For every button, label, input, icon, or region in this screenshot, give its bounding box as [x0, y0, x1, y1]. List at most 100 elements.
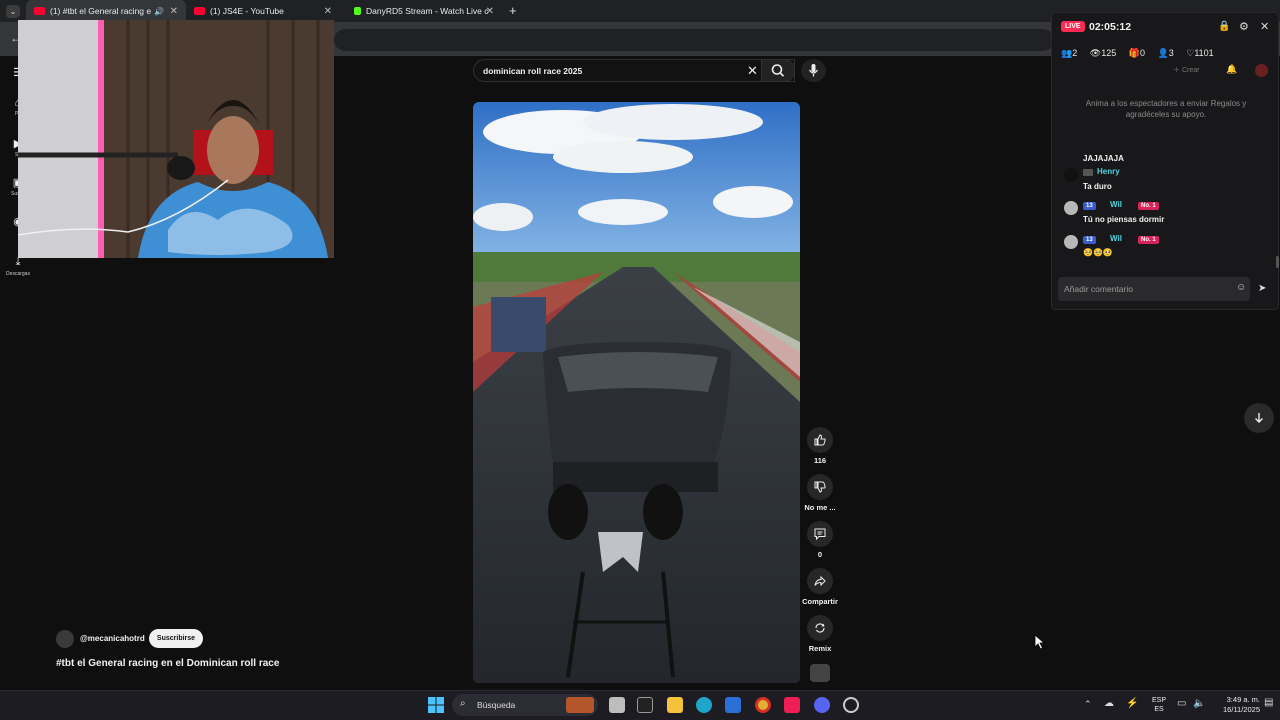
emoji-icon[interactable]: ☺	[1236, 282, 1246, 293]
display-icon[interactable]: ▭	[1177, 698, 1186, 709]
taskbar-search-placeholder: Búsqueda	[477, 700, 516, 710]
taskbar-search-input[interactable]: ⌕ Búsqueda	[452, 694, 598, 716]
chat-text: Tú no piensas dormir	[1083, 215, 1165, 224]
chat-user[interactable]: Wil	[1110, 234, 1122, 243]
arrow-down-icon	[1255, 413, 1263, 423]
region-code: ES	[1154, 706, 1164, 713]
task-view-icon[interactable]	[609, 697, 625, 713]
discord-icon[interactable]	[814, 697, 830, 713]
notification-center-icon[interactable]: ▤	[1264, 697, 1273, 708]
comments-button[interactable]	[807, 521, 833, 547]
gift-icon: 🎁	[1128, 48, 1140, 58]
windows-start-icon[interactable]	[428, 697, 444, 713]
youtube-icon	[34, 7, 45, 15]
dislike-label: No me ...	[804, 503, 836, 512]
send-icon[interactable]: ➤	[1258, 283, 1266, 294]
tab-js4e[interactable]: (1) JS4E - YouTube ✕	[186, 0, 340, 22]
edge-icon[interactable]	[696, 697, 712, 713]
volume-icon[interactable]: 🔈	[1193, 698, 1205, 709]
search-button[interactable]	[761, 59, 795, 82]
avatar[interactable]	[1255, 64, 1268, 77]
mouse-cursor-icon	[1034, 634, 1046, 650]
close-icon[interactable]: ✕	[1260, 20, 1269, 33]
remix-label: Remix	[808, 644, 832, 653]
close-tab-icon[interactable]: ✕	[324, 6, 332, 17]
chat-user[interactable]: Wil	[1110, 200, 1122, 209]
network-app-icon[interactable]: ⚡	[1126, 698, 1138, 709]
rank-badge: No. 1	[1138, 236, 1159, 244]
sidebar-item-downloads[interactable]: ⤓ Descargas	[0, 256, 36, 277]
address-bar[interactable]	[334, 29, 1054, 51]
gift-prompt: Anima a los espectadores a enviar Regalo…	[1085, 99, 1247, 119]
like-button[interactable]	[807, 427, 833, 453]
live-duration: 02:05:12	[1089, 21, 1132, 33]
create-button[interactable]: ＋ Crear	[1173, 65, 1199, 75]
tiktok-icon[interactable]	[784, 697, 800, 713]
avatar	[1064, 168, 1078, 182]
avatar	[1064, 235, 1078, 249]
onedrive-icon[interactable]: ☁	[1104, 698, 1114, 709]
chat-text: 🥺🥺🥺	[1083, 248, 1113, 257]
language-indicator[interactable]: ESP ES	[1150, 696, 1168, 714]
next-video-button[interactable]	[1244, 403, 1274, 433]
tab-active-video[interactable]: (1) #tbt el General racing e 🔊 ✕	[26, 0, 186, 22]
thumbs-up-icon	[814, 434, 826, 446]
subscribe-button[interactable]: Suscribirse	[149, 629, 203, 648]
settings-icon[interactable]	[843, 697, 859, 713]
share-icon	[814, 575, 826, 587]
gifts-count: 0	[1139, 48, 1145, 58]
avatar[interactable]	[56, 630, 74, 648]
channel-handle[interactable]: @mecanicahotrd	[80, 634, 145, 643]
search-query: dominican roll race 2025	[483, 66, 583, 76]
remix-button[interactable]	[807, 615, 833, 641]
create-label: Crear	[1181, 67, 1200, 74]
microsoft-store-icon[interactable]	[725, 697, 741, 713]
search-highlight-icon	[566, 697, 594, 713]
clock-date: 16/11/2025	[1223, 705, 1260, 714]
sound-thumbnail[interactable]	[810, 664, 830, 682]
shorts-video-player[interactable]	[473, 102, 800, 683]
remix-icon	[815, 623, 825, 633]
level-badge: 13	[1083, 202, 1096, 210]
viewers-icon: 👁	[1089, 48, 1102, 58]
chat-message: JAJAJAJA	[1083, 148, 1124, 166]
clock-time: 3:49 a. m.	[1226, 695, 1260, 704]
search-input[interactable]: dominican roll race 2025 ✕	[473, 59, 795, 82]
share-label: Compartir	[802, 597, 838, 606]
dislike-button[interactable]	[807, 474, 833, 500]
level-badge: 13	[1083, 236, 1096, 244]
close-icon[interactable]: ✕	[747, 63, 758, 79]
settings-icon[interactable]: ⚙	[1239, 20, 1249, 33]
close-tab-icon[interactable]: ✕	[170, 6, 178, 17]
chrome-icon[interactable]	[755, 697, 771, 713]
epic-games-icon[interactable]	[637, 697, 653, 713]
youtube-icon	[194, 7, 205, 15]
new-tab-button[interactable]: +	[509, 3, 517, 18]
close-tab-icon[interactable]: ✕	[486, 6, 494, 17]
comment-icon	[814, 528, 826, 541]
tab-kick-stream[interactable]: DanyRD5 Stream - Watch Live c ✕	[346, 0, 502, 22]
comment-input[interactable]: Añadir comentario ☺	[1058, 277, 1250, 301]
share-button[interactable]	[807, 568, 833, 594]
likes-count: 1101	[1194, 48, 1214, 58]
thumbs-down-icon	[814, 481, 826, 493]
chevron-up-icon[interactable]: ⌃	[1084, 699, 1092, 710]
chat-user[interactable]: Henry	[1097, 167, 1120, 176]
avatar	[1064, 201, 1078, 215]
tab-title: (1) JS4E - YouTube	[210, 6, 284, 16]
stats-row: 👥2 👁125 🎁0 👤3 ♡1101	[1061, 48, 1271, 59]
badge-icon	[1083, 169, 1093, 176]
clock[interactable]: 3:49 a. m. 16/11/2025	[1212, 695, 1260, 715]
sidebar-item-label: Descargas	[6, 271, 30, 277]
tab-search-menu-icon[interactable]: ⌄	[6, 5, 20, 18]
voice-search-button[interactable]	[801, 59, 826, 82]
lock-icon[interactable]: 🔒	[1218, 21, 1230, 32]
scrollbar[interactable]	[1276, 256, 1279, 268]
language-code: ESP	[1151, 697, 1166, 704]
notification-icon[interactable]: 🔔	[1226, 64, 1237, 75]
followers-icon: 👤	[1157, 48, 1169, 58]
plus-icon: ＋	[1173, 67, 1180, 74]
kick-icon	[354, 7, 361, 15]
speaker-icon[interactable]: 🔊	[154, 7, 164, 16]
file-explorer-icon[interactable]	[667, 697, 683, 713]
